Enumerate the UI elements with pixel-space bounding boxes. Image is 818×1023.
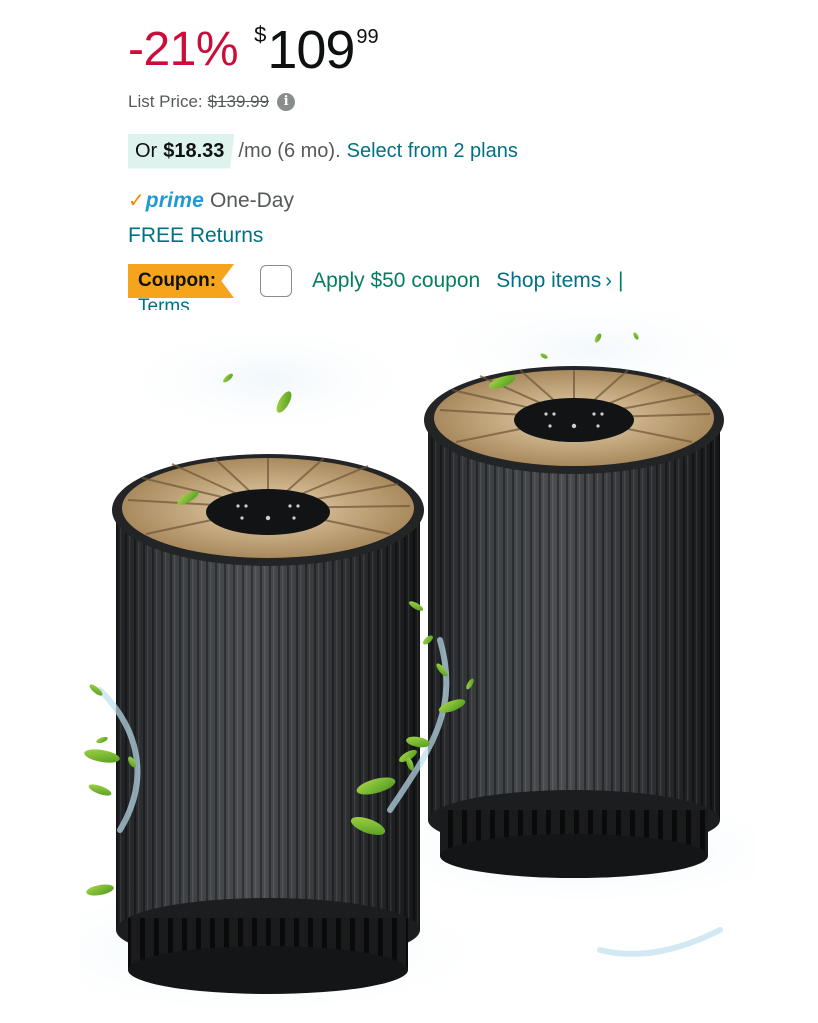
list-price-row: List Price: $139.99 i [128, 92, 296, 112]
monthly-prefix: Or [135, 139, 158, 162]
air-purifier-right [424, 366, 724, 878]
shop-items-link[interactable]: Shop items [496, 269, 601, 293]
list-price-value: $139.99 [207, 92, 270, 111]
monthly-amount: $18.33 [163, 139, 225, 162]
product-image[interactable] [80, 310, 756, 1010]
monthly-term: /mo (6 mo). [238, 139, 341, 162]
price-currency-symbol: $ [254, 22, 267, 47]
coupon-tag: Coupon: [128, 264, 235, 298]
info-icon[interactable]: i [277, 93, 296, 111]
prime-row: ✓ prime One-Day [128, 188, 294, 213]
coupon-row: Coupon: Apply $50 coupon Shop items › | [128, 262, 623, 300]
checkmark-icon: ✓ [128, 190, 145, 212]
air-purifier-illustration [80, 310, 756, 1010]
price-fraction: 99 [356, 26, 379, 48]
prime-logo: prime [145, 188, 204, 212]
monthly-payment-row: Or $18.33 /mo (6 mo). Select from 2 plan… [128, 132, 518, 170]
monthly-payment-badge: Or $18.33 [128, 133, 235, 169]
coupon-checkbox[interactable] [260, 265, 293, 297]
price-row: -21% $ 109 99 [128, 18, 379, 82]
list-price-label: List Price: [128, 92, 203, 111]
free-returns-link[interactable]: FREE Returns [128, 224, 263, 248]
terms-link[interactable]: Terms [138, 296, 190, 310]
apply-coupon-label[interactable]: Apply $50 coupon [312, 269, 480, 293]
price-whole: 109 [267, 20, 355, 80]
air-purifier-left [112, 454, 424, 994]
product-detail-page: -21% $ 109 99 List Price: $139.99 i Or $… [0, 0, 818, 1023]
discount-percentage: -21% [128, 23, 239, 76]
one-day-label: One-Day [209, 188, 294, 212]
chevron-right-icon[interactable]: › [605, 270, 612, 293]
separator: | [617, 269, 624, 292]
select-plans-link[interactable]: Select from 2 plans [347, 140, 518, 163]
